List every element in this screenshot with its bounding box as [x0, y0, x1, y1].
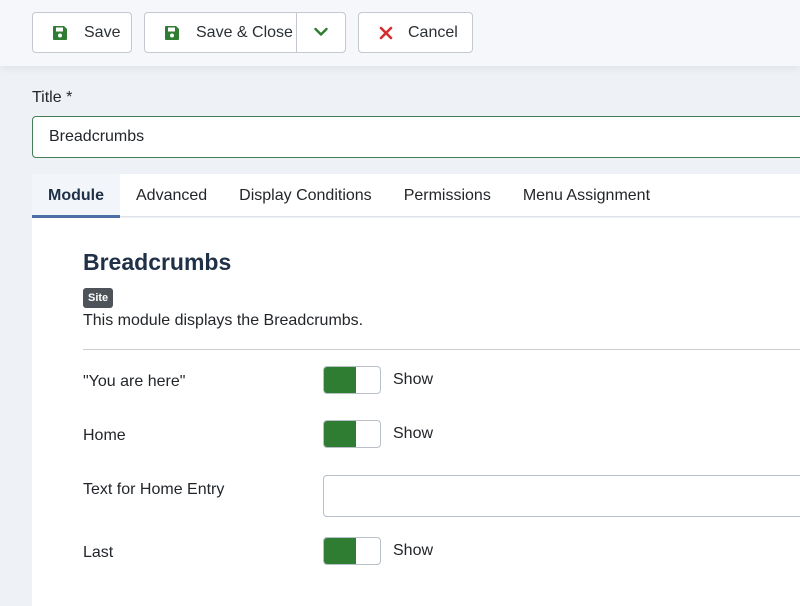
title-input[interactable]	[32, 116, 800, 158]
cancel-label: Cancel	[408, 23, 458, 41]
home-state: Show	[393, 425, 434, 442]
tab-display-conditions[interactable]: Display Conditions	[223, 174, 388, 217]
you-are-here-switch[interactable]	[323, 366, 381, 394]
home-label: Home	[83, 427, 126, 444]
module-heading: Breadcrumbs	[83, 249, 232, 275]
switch-on-indicator	[324, 367, 356, 393]
site-badge: Site	[83, 288, 114, 308]
you-are-here-label: "You are here"	[83, 373, 186, 390]
save-close-button[interactable]: Save & Close	[145, 13, 296, 52]
tab-permissions[interactable]: Permissions	[388, 174, 507, 217]
title-label: Title *	[32, 89, 73, 106]
save-options-dropdown-button[interactable]	[296, 13, 345, 52]
you-are-here-state: Show	[393, 371, 434, 388]
divider	[83, 349, 800, 350]
close-icon	[378, 25, 394, 41]
save-label: Save	[84, 23, 121, 41]
save-icon	[52, 25, 68, 41]
tab-advanced[interactable]: Advanced	[120, 174, 223, 217]
toolbar: Save Save & Close Cancel	[0, 0, 800, 66]
last-label: Last	[83, 544, 114, 561]
save-icon	[164, 25, 180, 41]
last-state: Show	[393, 542, 434, 559]
home-switch[interactable]	[323, 420, 381, 448]
home-text-label: Text for Home Entry	[83, 481, 225, 498]
save-close-group: Save & Close	[144, 12, 346, 53]
module-description: This module displays the Breadcrumbs.	[83, 312, 364, 329]
tab-menu-assignment[interactable]: Menu Assignment	[507, 174, 666, 217]
save-close-label: Save & Close	[196, 23, 293, 41]
last-switch[interactable]	[323, 537, 381, 565]
home-text-input[interactable]	[323, 475, 800, 517]
switch-on-indicator	[324, 421, 356, 447]
save-button[interactable]: Save	[32, 12, 132, 53]
switch-on-indicator	[324, 538, 356, 564]
cancel-button[interactable]: Cancel	[358, 12, 473, 53]
tab-module[interactable]: Module	[32, 174, 120, 218]
chevron-down-icon	[314, 24, 328, 42]
tab-bar: Module Advanced Display Conditions Permi…	[32, 174, 800, 218]
